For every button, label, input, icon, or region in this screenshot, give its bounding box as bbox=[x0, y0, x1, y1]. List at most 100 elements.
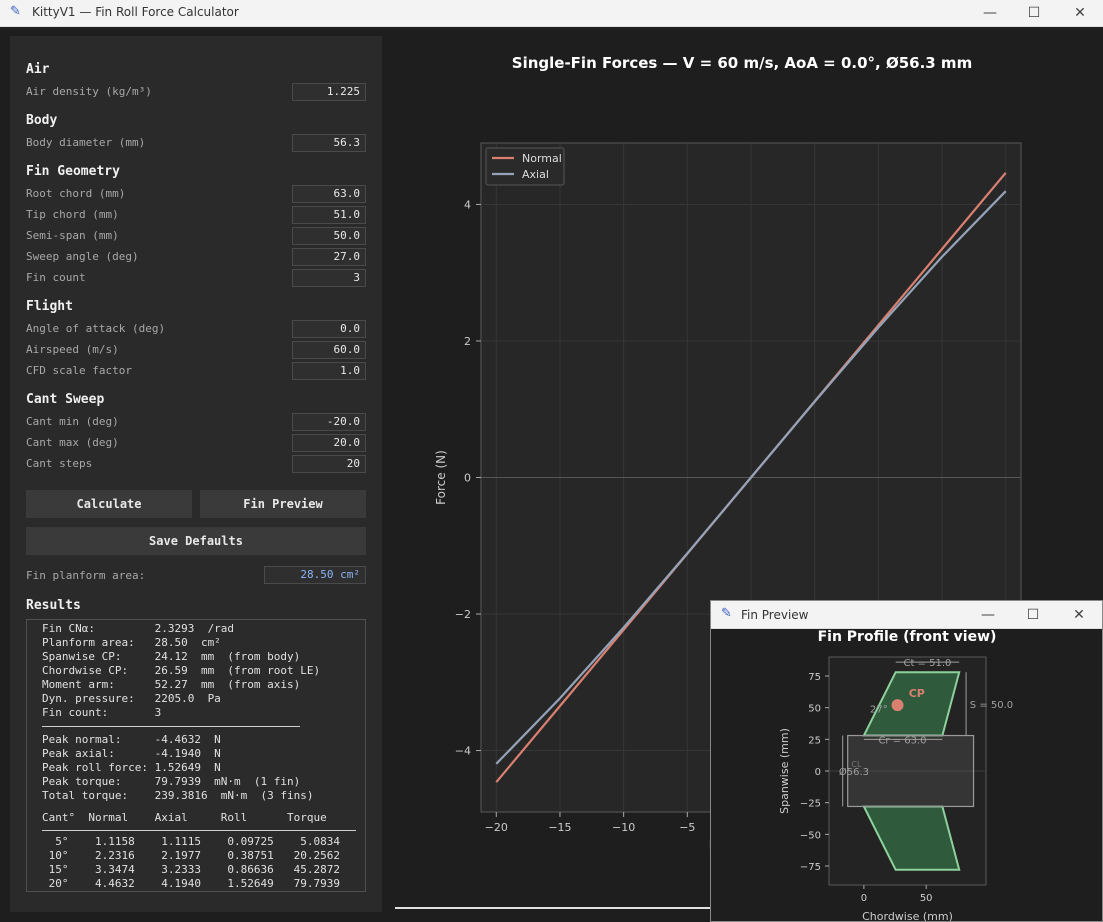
y-tick-label: 2 bbox=[464, 335, 471, 348]
section-fin-geometry: Fin Geometry bbox=[26, 164, 120, 179]
section-body: Body bbox=[26, 113, 58, 128]
root-chord-label: Root chord (mm) bbox=[26, 187, 126, 200]
table-row: 20° 4.4632 4.1940 1.52649 79.7939 bbox=[42, 877, 341, 890]
preview-x-axis-label: Chordwise (mm) bbox=[862, 910, 953, 921]
semi-span-label: Semi-span (mm) bbox=[26, 229, 119, 242]
preview-y-tick-label: −75 bbox=[800, 862, 821, 873]
peak-line: Peak axial: -4.1940 N bbox=[42, 747, 221, 760]
preview-y-tick-label: −50 bbox=[800, 830, 821, 841]
feather-app-icon: ✎ bbox=[10, 4, 21, 19]
sweep-angle-label: Sweep angle (deg) bbox=[26, 250, 139, 263]
result-line: Dyn. pressure: 2205.0 Pa bbox=[42, 692, 221, 705]
input-panel: Air Air density (kg/m³) 1.225 Body Body … bbox=[10, 36, 382, 912]
preview-y-tick-label: 0 bbox=[815, 767, 821, 778]
close-button[interactable]: ✕ bbox=[1057, 0, 1103, 27]
section-cant-sweep: Cant Sweep bbox=[26, 392, 105, 407]
table-row: 10° 2.2316 2.1977 0.38751 20.2562 bbox=[42, 849, 341, 862]
cant-steps-input[interactable]: 20 bbox=[292, 455, 366, 473]
preview-x-tick-label: 50 bbox=[920, 893, 933, 904]
y-axis-label: Force (N) bbox=[434, 450, 448, 505]
section-results: Results bbox=[26, 598, 81, 613]
peak-line: Peak normal: -4.4632 N bbox=[42, 733, 221, 746]
preview-maximize-button[interactable]: ☐ bbox=[1011, 601, 1055, 629]
s-label: S = 50.0 bbox=[970, 700, 1013, 711]
save-defaults-button[interactable]: Save Defaults bbox=[26, 527, 366, 555]
preview-y-axis-label: Spanwise (mm) bbox=[778, 728, 791, 814]
section-flight: Flight bbox=[26, 299, 73, 314]
result-line: Fin count: 3 bbox=[42, 706, 162, 719]
preview-y-tick-label: −25 bbox=[800, 799, 821, 810]
ct-label: Ct = 51.0 bbox=[903, 658, 951, 669]
results-textbox[interactable]: Fin CNα: 2.3293 /rad Planform area: 28.50… bbox=[26, 619, 366, 892]
cfd-scale-label: CFD scale factor bbox=[26, 364, 132, 377]
x-tick-label: −20 bbox=[485, 821, 508, 834]
cl-label: CL bbox=[851, 760, 862, 769]
chart-legend: Normal Axial bbox=[485, 147, 565, 186]
preview-y-tick-label: 75 bbox=[808, 672, 821, 683]
x-tick-label: −10 bbox=[612, 821, 635, 834]
preview-x-tick-label: 0 bbox=[861, 893, 867, 904]
minimize-button[interactable]: — bbox=[967, 0, 1013, 27]
fin-profile-plot: Fin Profile (front view) CP Ct = 51.0 S = 5… bbox=[778, 629, 1013, 921]
window-titlebar: ✎ KittyV1 — Fin Roll Force Calculator — … bbox=[0, 0, 1103, 27]
fin-count-label: Fin count bbox=[26, 271, 86, 284]
y-tick-label: 0 bbox=[464, 472, 471, 485]
y-tick-label: −4 bbox=[455, 745, 471, 758]
calculate-button[interactable]: Calculate bbox=[26, 490, 192, 518]
preview-title: Fin Preview bbox=[741, 608, 809, 622]
preview-minimize-button[interactable]: — bbox=[966, 601, 1010, 629]
cant-max-input[interactable]: 20.0 bbox=[292, 434, 366, 452]
preview-plot-title: Fin Profile (front view) bbox=[818, 629, 997, 645]
tip-chord-label: Tip chord (mm) bbox=[26, 208, 119, 221]
feather-app-icon: ✎ bbox=[721, 606, 732, 621]
planform-area-label: Fin planform area: bbox=[26, 569, 146, 582]
peak-line: Peak torque: 79.7939 mN·m (1 fin) bbox=[42, 775, 301, 788]
root-chord-input[interactable]: 63.0 bbox=[292, 185, 366, 203]
window-title: KittyV1 — Fin Roll Force Calculator bbox=[32, 5, 239, 19]
results-peaks: Peak normal: -4.4632 N Peak axial: -4.194… bbox=[42, 733, 365, 803]
legend-label-normal: Normal bbox=[522, 152, 562, 165]
airspeed-input[interactable]: 60.0 bbox=[292, 341, 366, 359]
air-density-input[interactable]: 1.225 bbox=[292, 83, 366, 101]
preview-titlebar: ✎ Fin Preview — ☐ ✕ bbox=[711, 601, 1102, 629]
legend-label-axial: Axial bbox=[522, 168, 549, 181]
results-summary: Fin CNα: 2.3293 /rad Planform area: 28.50… bbox=[42, 622, 365, 720]
preview-close-button[interactable]: ✕ bbox=[1057, 601, 1101, 629]
fin-preview-button[interactable]: Fin Preview bbox=[200, 490, 366, 518]
result-line: Spanwise CP: 24.12 mm (from body) bbox=[42, 650, 301, 663]
cant-min-input[interactable]: -20.0 bbox=[292, 413, 366, 431]
result-line: Fin CNα: 2.3293 /rad bbox=[42, 622, 235, 635]
result-line: Moment arm: 52.27 mm (from axis) bbox=[42, 678, 301, 691]
y-tick-label: −2 bbox=[455, 608, 471, 621]
result-line: Planform area: 28.50 cm² bbox=[42, 636, 221, 649]
angle-of-attack-input[interactable]: 0.0 bbox=[292, 320, 366, 338]
fin-preview-window[interactable]: ✎ Fin Preview — ☐ ✕ Fin Profile (front v… bbox=[710, 600, 1103, 922]
sweep-label: 27° bbox=[870, 705, 888, 716]
semi-span-input[interactable]: 50.0 bbox=[292, 227, 366, 245]
angle-of-attack-label: Angle of attack (deg) bbox=[26, 322, 166, 335]
results-table: 5° 1.1158 1.1115 0.09725 5.0834 10° 2.23… bbox=[42, 835, 365, 891]
maximize-button[interactable]: ☐ bbox=[1011, 0, 1057, 27]
cp-marker bbox=[891, 699, 904, 712]
cp-label: CP bbox=[909, 687, 925, 700]
preview-y-tick-label: 25 bbox=[808, 735, 821, 746]
results-divider bbox=[42, 726, 300, 727]
cant-min-label: Cant min (deg) bbox=[26, 415, 119, 428]
sweep-angle-input[interactable]: 27.0 bbox=[292, 248, 366, 266]
chart-scrollbar[interactable] bbox=[395, 907, 725, 909]
tip-chord-input[interactable]: 51.0 bbox=[292, 206, 366, 224]
cfd-scale-input[interactable]: 1.0 bbox=[292, 362, 366, 380]
results-table-header: Cant° Normal Axial Roll Torque bbox=[42, 811, 327, 824]
body-diameter-input[interactable]: 56.3 bbox=[292, 134, 366, 152]
table-row: 5° 1.1158 1.1115 0.09725 5.0834 bbox=[42, 835, 341, 848]
table-row: 15° 3.3474 3.2333 0.86636 45.2872 bbox=[42, 863, 341, 876]
fin-count-input[interactable]: 3 bbox=[292, 269, 366, 287]
preview-y-tick-label: 50 bbox=[808, 704, 821, 715]
body-diameter-label: Body diameter (mm) bbox=[26, 136, 146, 149]
cant-max-label: Cant max (deg) bbox=[26, 436, 119, 449]
air-density-label: Air density (kg/m³) bbox=[26, 85, 152, 98]
x-tick-label: −5 bbox=[679, 821, 695, 834]
cant-steps-label: Cant steps bbox=[26, 457, 93, 470]
results-table-divider bbox=[42, 830, 356, 831]
planform-area-value: 28.50 cm² bbox=[264, 566, 366, 584]
